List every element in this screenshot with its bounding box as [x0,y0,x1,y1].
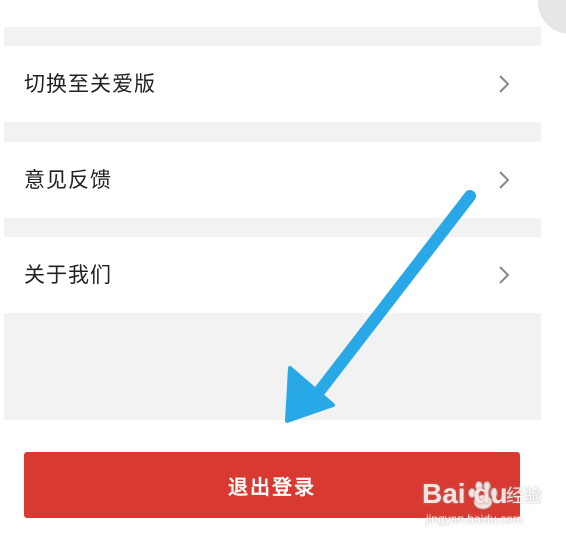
previous-row-partial [4,0,541,27]
menu-item-feedback[interactable]: 意见反馈 [4,142,541,218]
section-separator [4,122,541,142]
chevron-right-icon [499,75,510,93]
floating-corner-button[interactable] [538,0,566,34]
menu-item-label: 切换至关爱版 [24,72,156,96]
menu-item-label: 意见反馈 [24,168,112,192]
menu-item-about-us[interactable]: 关于我们 [4,237,541,313]
watermark-brand: Bai du [422,478,508,509]
menu-item-label: 关于我们 [24,263,112,287]
baidu-watermark: Bai du 经验 jingyan.baidu.com [422,478,560,534]
section-separator [4,27,541,46]
chevron-right-icon [499,171,510,189]
menu-item-care-mode[interactable]: 切换至关爱版 [4,46,541,122]
watermark-cn: 经验 [506,486,542,507]
settings-screen: 切换至关爱版 意见反馈 关于我们 退出登录 Bai du 经验 jingyan.… [0,0,566,541]
watermark-url: jingyan.baidu.com [426,512,523,526]
chevron-right-icon [499,266,510,284]
empty-area [4,313,541,420]
section-separator [4,218,541,237]
